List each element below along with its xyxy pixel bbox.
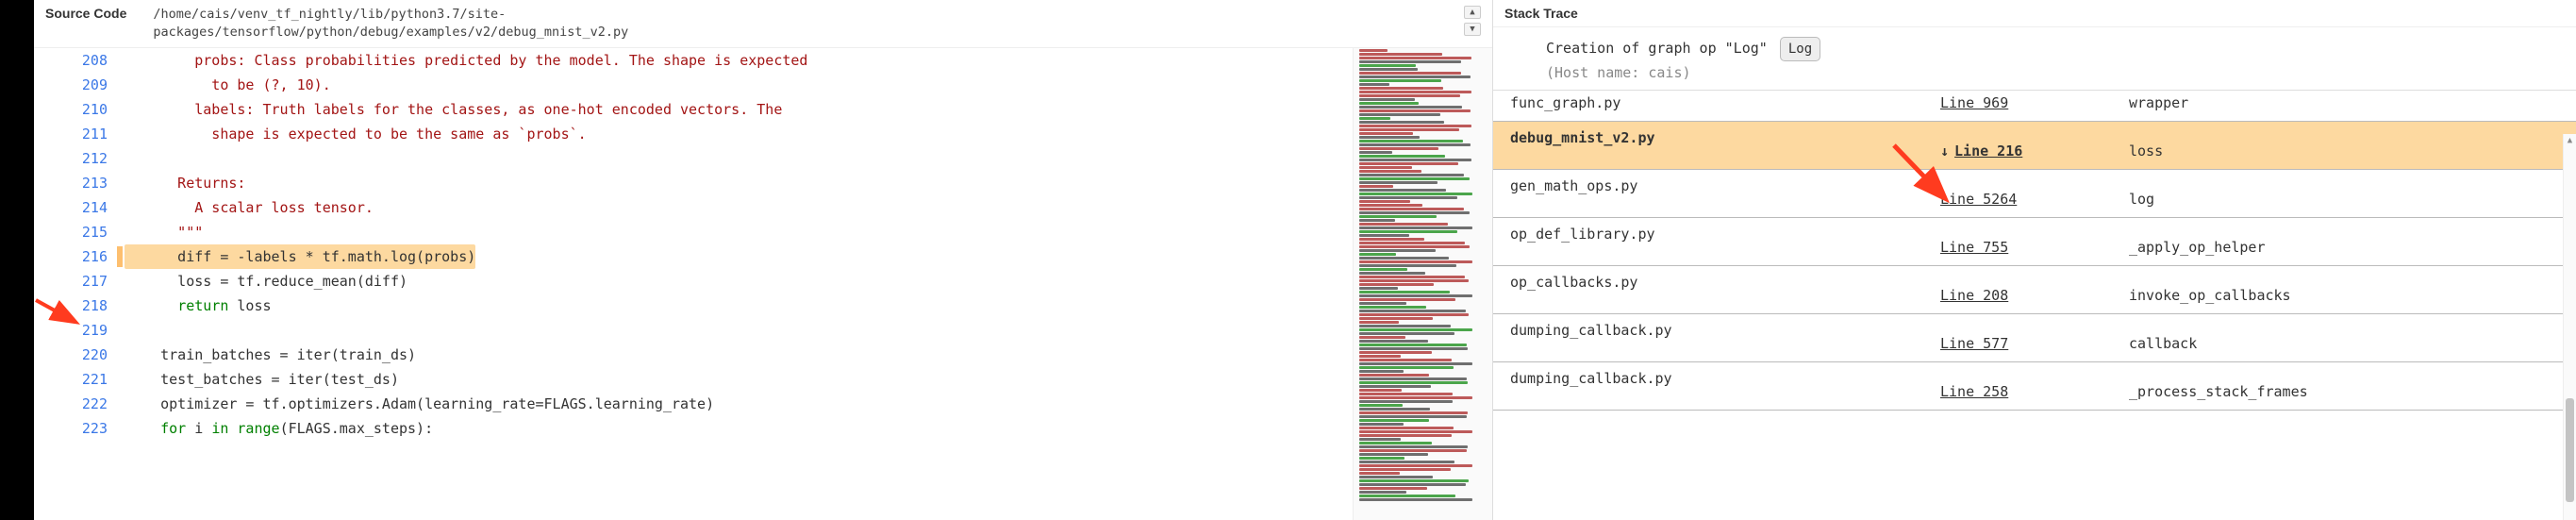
stack-frame-row[interactable]: op_callbacks.pyLine 208invoke_op_callbac…	[1493, 266, 2576, 314]
line-number[interactable]: 214	[34, 195, 125, 220]
code-line[interactable]: 209 to be (?, 10).	[34, 73, 1353, 97]
frame-function: callback	[2125, 314, 2576, 361]
source-file-path: /home/cais/venv_tf_nightly/lib/python3.7…	[153, 6, 628, 42]
code-text: """	[125, 220, 203, 244]
spinner-down-icon[interactable]: ▼	[1464, 23, 1481, 36]
minimap[interactable]	[1353, 48, 1492, 520]
stack-trace-panel: Stack Trace Creation of graph op "Log" L…	[1493, 0, 2576, 520]
code-text: train_batches = iter(train_ds)	[125, 343, 416, 367]
left-black-strip	[0, 0, 34, 520]
source-code-panel: Source Code /home/cais/venv_tf_nightly/l…	[34, 0, 1493, 520]
frame-function: wrapper	[2125, 91, 2576, 121]
frame-line-link[interactable]: Line 969	[1936, 91, 2125, 121]
code-text: Returns:	[125, 171, 245, 195]
line-number[interactable]: 211	[34, 122, 125, 146]
line-number[interactable]: 213	[34, 171, 125, 195]
code-line[interactable]: 220 train_batches = iter(train_ds)	[34, 343, 1353, 367]
code-line[interactable]: 219	[34, 318, 1353, 343]
path-spinner[interactable]: ▲ ▼	[1464, 6, 1481, 36]
code-line[interactable]: 223 for i in range(FLAGS.max_steps):	[34, 416, 1353, 441]
code-text: labels: Truth labels for the classes, as…	[125, 97, 782, 122]
code-text: to be (?, 10).	[125, 73, 331, 97]
frame-line-link[interactable]: Line 577	[1936, 314, 2125, 361]
stack-frame-row[interactable]: dumping_callback.pyLine 577callback	[1493, 314, 2576, 362]
line-number[interactable]: 217	[34, 269, 125, 294]
frame-file: dumping_callback.py	[1493, 362, 1936, 391]
frame-function: _apply_op_helper	[2125, 218, 2576, 265]
frame-function: invoke_op_callbacks	[2125, 266, 2576, 313]
scrollbar-thumb[interactable]	[2566, 398, 2574, 502]
stack-frame-row[interactable]: gen_math_ops.pyLine 5264log	[1493, 170, 2576, 218]
frame-line-link[interactable]: Line 755	[1936, 218, 2125, 265]
line-number[interactable]: 223	[34, 416, 125, 441]
code-text	[125, 318, 126, 343]
line-number[interactable]: 221	[34, 367, 125, 392]
code-text: diff = -labels * tf.math.log(probs)	[125, 244, 475, 269]
code-line[interactable]: 208 probs: Class probabilities predicted…	[34, 48, 1353, 73]
scrollbar-up-icon[interactable]: ▲	[2566, 136, 2574, 145]
spinner-up-icon[interactable]: ▲	[1464, 6, 1481, 19]
code-line[interactable]: 213 Returns:	[34, 171, 1353, 195]
code-text	[125, 146, 126, 171]
line-number[interactable]: 216	[34, 244, 125, 269]
source-title: Source Code	[45, 6, 126, 21]
line-number[interactable]: 215	[34, 220, 125, 244]
code-line[interactable]: 215 """	[34, 220, 1353, 244]
code-line[interactable]: 211 shape is expected to be the same as …	[34, 122, 1353, 146]
code-line[interactable]: 214 A scalar loss tensor.	[34, 195, 1353, 220]
stack-frame-row[interactable]: op_def_library.pyLine 755_apply_op_helpe…	[1493, 218, 2576, 266]
trace-table: func_graph.pyLine 969wrapperdebug_mnist_…	[1493, 91, 2576, 520]
frame-file: dumping_callback.py	[1493, 314, 1936, 343]
trace-info: Creation of graph op "Log" Log (Host nam…	[1493, 27, 2576, 91]
line-number[interactable]: 209	[34, 73, 125, 97]
stack-frame-row[interactable]: dumping_callback.pyLine 258_process_stac…	[1493, 362, 2576, 411]
frame-line-link[interactable]: Line 208	[1936, 266, 2125, 313]
code-text: return loss	[125, 294, 272, 318]
code-line[interactable]: 216 diff = -labels * tf.math.log(probs)	[34, 244, 1353, 269]
arrow-annotation-right	[1886, 138, 1971, 213]
log-op-button[interactable]: Log	[1780, 37, 1820, 61]
code-text: optimizer = tf.optimizers.Adam(learning_…	[125, 392, 714, 416]
code-text: shape is expected to be the same as `pro…	[125, 122, 587, 146]
code-line[interactable]: 218 return loss	[34, 294, 1353, 318]
frame-file: op_def_library.py	[1493, 218, 1936, 246]
arrow-annotation-left	[34, 293, 81, 330]
trace-scrollbar[interactable]: ▲	[2563, 134, 2576, 520]
frame-file: func_graph.py	[1493, 91, 1936, 115]
trace-host-label: (Host name: cais)	[1546, 64, 1691, 81]
stack-frame-row[interactable]: func_graph.pyLine 969wrapper	[1493, 91, 2576, 122]
code-text: for i in range(FLAGS.max_steps):	[125, 416, 433, 441]
code-text: test_batches = iter(test_ds)	[125, 367, 399, 392]
trace-creation-label: Creation of graph op "Log"	[1546, 40, 1768, 57]
line-marker	[117, 246, 123, 267]
code-line[interactable]: 222 optimizer = tf.optimizers.Adam(learn…	[34, 392, 1353, 416]
frame-file: gen_math_ops.py	[1493, 170, 1936, 198]
line-number[interactable]: 208	[34, 48, 125, 73]
code-line[interactable]: 212	[34, 146, 1353, 171]
frame-function: _process_stack_frames	[2125, 362, 2576, 410]
line-number[interactable]: 212	[34, 146, 125, 171]
line-number[interactable]: 222	[34, 392, 125, 416]
code-line[interactable]: 217 loss = tf.reduce_mean(diff)	[34, 269, 1353, 294]
frame-file: debug_mnist_v2.py	[1493, 122, 1936, 150]
code-line[interactable]: 210 labels: Truth labels for the classes…	[34, 97, 1353, 122]
code-text: A scalar loss tensor.	[125, 195, 374, 220]
frame-function: log	[2125, 170, 2576, 217]
line-number[interactable]: 210	[34, 97, 125, 122]
code-text: probs: Class probabilities predicted by …	[125, 48, 807, 73]
source-header: Source Code /home/cais/venv_tf_nightly/l…	[34, 0, 1492, 48]
line-number[interactable]: 220	[34, 343, 125, 367]
code-line[interactable]: 221 test_batches = iter(test_ds)	[34, 367, 1353, 392]
frame-file: op_callbacks.py	[1493, 266, 1936, 294]
stack-frame-row[interactable]: debug_mnist_v2.py↓Line 216loss	[1493, 122, 2576, 170]
code-area[interactable]: 208 probs: Class probabilities predicted…	[34, 48, 1353, 520]
trace-header: Stack Trace	[1493, 0, 2576, 27]
frame-function: loss	[2125, 122, 2576, 169]
trace-title: Stack Trace	[1504, 6, 1578, 21]
frame-line-link[interactable]: Line 258	[1936, 362, 2125, 410]
code-text: loss = tf.reduce_mean(diff)	[125, 269, 407, 294]
